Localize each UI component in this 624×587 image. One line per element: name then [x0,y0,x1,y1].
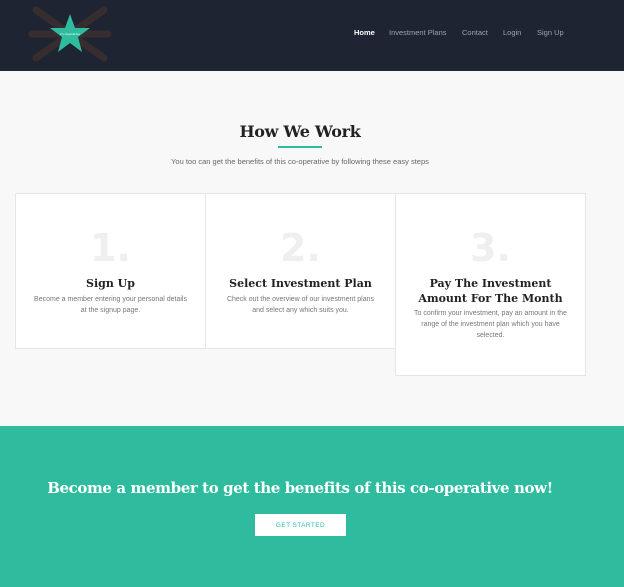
step-number: 1. [90,226,131,270]
step-title: Select Investment Plan [229,277,372,290]
step-description: To confirm your investment, pay an amoun… [414,310,567,339]
cta-title: Become a member to get the benefits of t… [47,479,553,497]
nav-login[interactable]: Login [503,28,521,37]
step-title: Pay The Investment Amount For The Month [418,277,563,305]
nav-investment-plans[interactable]: Investment Plans [389,28,447,37]
get-started-button[interactable]: GET STARTED [255,514,346,536]
logo-text: Co-Operative [59,32,81,36]
section-title: How We Work [239,122,361,141]
step-number: 2. [280,226,321,270]
cta-banner: Become a member to get the benefits of t… [0,426,624,587]
navbar: Co-Operative Home Investment Plans Conta… [0,0,624,71]
nav-contact[interactable]: Contact [462,28,488,37]
step-card-1: 1. Sign Up Become a member entering your… [15,193,206,349]
step-number: 3. [470,226,511,270]
nav-home[interactable]: Home [354,28,375,37]
step-card-3: 3. Pay The Investment Amount For The Mon… [395,193,586,376]
step-card-2: 2. Select Investment Plan Check out the … [205,193,396,349]
step-title: Sign Up [86,277,135,290]
nav-sign-up[interactable]: Sign Up [537,28,564,37]
section-subtitle: You too can get the benefits of this co-… [171,157,429,166]
step-description: Become a member entering your personal d… [34,296,187,314]
title-underline [278,146,322,148]
site-logo[interactable]: Co-Operative [28,2,112,66]
step-description: Check out the overview of our investment… [226,296,375,314]
